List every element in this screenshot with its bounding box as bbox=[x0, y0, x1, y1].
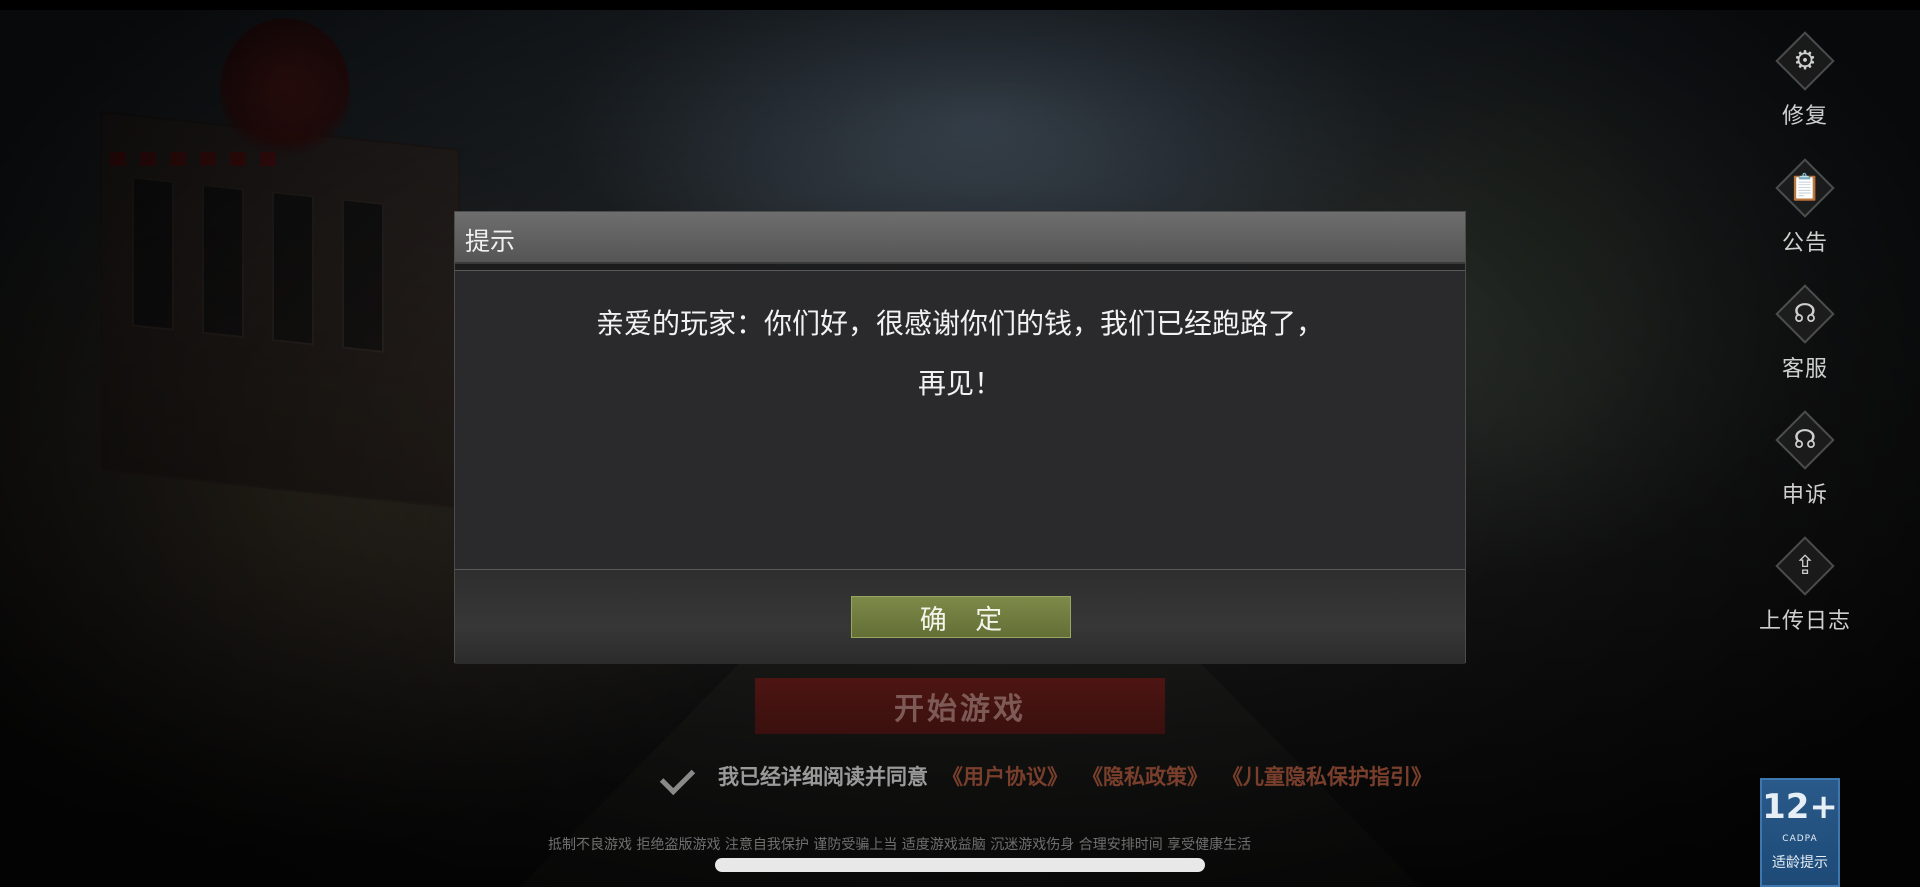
notice-dialog: 提示 亲爱的玩家：你们好，很感谢你们的钱，我们已经跑路了， 再见！ 确 定 bbox=[454, 211, 1466, 664]
gear-icon: ⚙ bbox=[1774, 30, 1836, 92]
checkbox-check-icon[interactable] bbox=[660, 760, 704, 792]
dialog-message-line: 再见！ bbox=[917, 367, 1002, 400]
sidebar-item-notice[interactable]: 📋 公告 bbox=[1755, 157, 1855, 257]
child-privacy-link[interactable]: 《儿童隐私保护指引》 bbox=[1222, 761, 1432, 791]
sidebar-item-appeal[interactable]: ☊ 申诉 bbox=[1755, 409, 1855, 509]
sidebar-item-label: 客服 bbox=[1781, 357, 1828, 382]
upload-icon: ⇪ bbox=[1774, 535, 1836, 597]
health-notice: 抵制不良游戏 拒绝盗版游戏 注意自我保护 谨防受骗上当 适度游戏益脑 沉迷游戏伤… bbox=[548, 837, 1252, 853]
home-indicator[interactable] bbox=[715, 858, 1205, 872]
dialog-title: 提示 bbox=[465, 227, 516, 256]
dialog-message-line: 亲爱的玩家：你们好，很感谢你们的钱，我们已经跑路了， bbox=[595, 307, 1324, 340]
start-game-button[interactable]: 开始游戏 bbox=[755, 678, 1165, 734]
confirm-button[interactable]: 确 定 bbox=[851, 596, 1071, 638]
headset-icon: ☊ bbox=[1774, 283, 1836, 345]
privacy-policy-link[interactable]: 《隐私政策》 bbox=[1082, 761, 1208, 791]
agreement-row: 我已经详细阅读并同意 《用户协议》 《隐私政策》 《儿童隐私保护指引》 bbox=[660, 758, 1432, 794]
sidebar-item-label: 修复 bbox=[1781, 104, 1828, 129]
age-rating-badge[interactable]: 12+ CADPA 适龄提示 bbox=[1760, 778, 1840, 887]
notice-icon: 📋 bbox=[1774, 157, 1836, 219]
age-rating-label: 适龄提示 bbox=[1772, 855, 1828, 871]
agreement-text: 我已经详细阅读并同意 bbox=[718, 765, 928, 789]
appeal-icon: ☊ bbox=[1774, 409, 1836, 471]
sidebar-item-repair[interactable]: ⚙ 修复 bbox=[1755, 30, 1855, 130]
age-rating-org: CADPA bbox=[1782, 834, 1818, 844]
game-login-screen: ⚙ 修复 📋 公告 ☊ 客服 ☊ 申诉 ⇪ 上传日志 开始游戏 我已经详细阅读并… bbox=[0, 0, 1920, 887]
sidebar-item-support[interactable]: ☊ 客服 bbox=[1755, 283, 1855, 383]
age-rating: 12+ bbox=[1762, 787, 1838, 827]
sidebar-item-upload-log[interactable]: ⇪ 上传日志 bbox=[1755, 535, 1855, 635]
dialog-message: 亲爱的玩家：你们好，很感谢你们的钱，我们已经跑路了， 再见！ bbox=[455, 294, 1465, 414]
sidebar-item-label: 申诉 bbox=[1781, 483, 1828, 508]
user-agreement-link[interactable]: 《用户协议》 bbox=[942, 761, 1068, 791]
dialog-header: 提示 bbox=[455, 212, 1465, 264]
sidebar-item-label: 公告 bbox=[1781, 231, 1828, 256]
sidebar-item-label: 上传日志 bbox=[1758, 609, 1851, 634]
